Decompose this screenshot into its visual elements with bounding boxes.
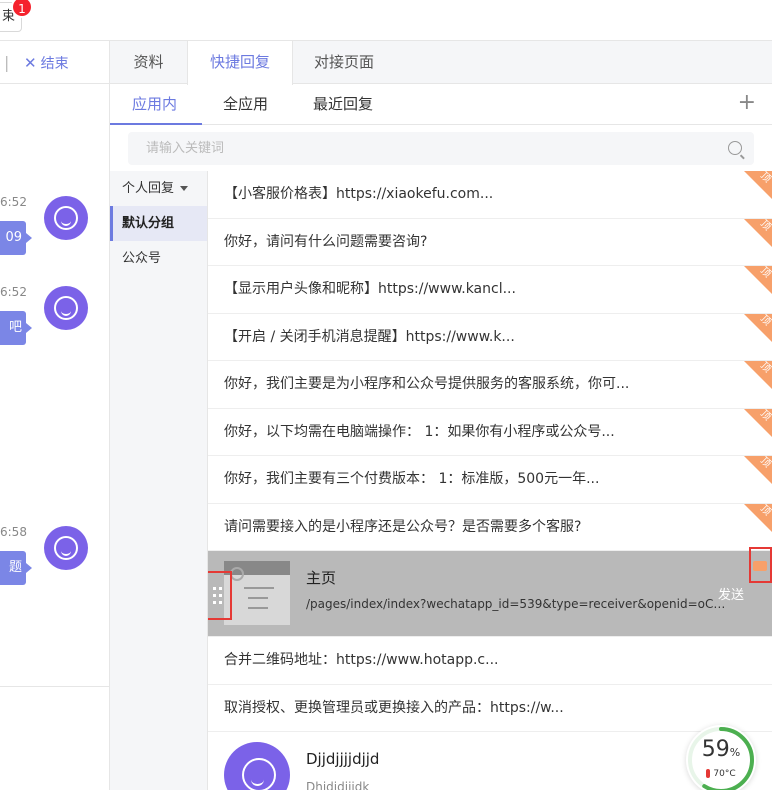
tab-profile[interactable]: 资料 xyxy=(110,41,187,84)
input-divider xyxy=(0,686,110,687)
group-default[interactable]: 默认分组 xyxy=(110,206,207,241)
agent-avatar xyxy=(44,196,88,240)
group-official-account[interactable]: 公众号 xyxy=(110,241,207,276)
drag-handle-icon[interactable] xyxy=(208,571,232,620)
pin-badge: 顶 xyxy=(744,313,772,342)
pin-badge: 顶 xyxy=(744,171,772,199)
reply-subtabs: 应用内 全应用 最近回复 + xyxy=(110,84,772,125)
reply-row[interactable]: 你好，我们主要是为小程序和公众号提供服务的客服系统，你可... 顶 xyxy=(208,361,772,409)
message-time: 6:52 xyxy=(0,195,27,209)
agent-avatar xyxy=(44,526,88,570)
group-list: 个人回复 默认分组 公众号 xyxy=(110,171,208,790)
message-bubble: 09 xyxy=(0,221,32,255)
user-subtitle: Dhjdjdjjjdk xyxy=(306,780,370,790)
pin-badge: 顶 xyxy=(744,408,772,437)
reply-row[interactable]: 【小客服价格表】https://xiaokefu.com... 顶 xyxy=(208,171,772,219)
toolbar-divider: | xyxy=(4,53,10,72)
performance-gauge[interactable]: 59% 70°C xyxy=(686,725,756,790)
subtab-all-apps[interactable]: 全应用 xyxy=(223,84,268,125)
reply-row[interactable]: 你好，以下均需在电脑端操作： 1：如果你有小程序或公众号... 顶 xyxy=(208,408,772,456)
reply-text: 你好，以下均需在电脑端操作： 1：如果你有小程序或公众号... xyxy=(224,423,615,440)
reply-text: 【开启 / 关闭手机消息提醒】https://www.k... xyxy=(224,328,515,345)
reply-row[interactable]: 【开启 / 关闭手机消息提醒】https://www.k... 顶 xyxy=(208,313,772,361)
reply-row[interactable]: 【显示用户头像和昵称】https://www.kancl... 顶 xyxy=(208,266,772,314)
reply-text: 你好，请问有什么问题需要咨询? xyxy=(224,233,428,250)
pin-badge: 顶 xyxy=(744,361,772,389)
pin-badge: 顶 xyxy=(744,503,772,532)
user-name: Djjdjjjjdjjd xyxy=(306,750,380,768)
message-bubble: 题 xyxy=(0,551,32,585)
tab-linked-page[interactable]: 对接页面 xyxy=(293,41,395,84)
reply-text: 请问需要接入的是小程序还是公众号？是否需要多个客服? xyxy=(224,518,582,535)
search-input[interactable] xyxy=(128,132,688,165)
top-strip: 束 1 xyxy=(0,0,772,41)
group-personal[interactable]: 个人回复 xyxy=(110,171,207,206)
user-avatar xyxy=(224,742,290,790)
tab-quick-reply[interactable]: 快捷回复 xyxy=(187,41,293,85)
reply-text: 【显示用户头像和昵称】https://www.kancl... xyxy=(224,281,516,297)
subtab-in-app[interactable]: 应用内 xyxy=(132,84,177,125)
search-box xyxy=(128,132,754,165)
pin-badge: 顶 xyxy=(744,456,772,484)
card-path: /pages/index/index?wechatapp_id=539&type… xyxy=(306,597,726,611)
reply-row[interactable]: 你好，我们主要有三个付费版本： 1：标准版，500元一年... 顶 xyxy=(208,456,772,504)
end-chat-label: 结束 xyxy=(40,56,69,72)
page-thumbnail xyxy=(224,561,290,625)
gauge-value: 59% xyxy=(701,737,741,762)
chat-toolbar: | ✕ 结束 xyxy=(0,41,109,84)
reply-text: 合并二维码地址：https://www.hotapp.c... xyxy=(224,652,499,668)
panel-tabs: 资料 快捷回复 对接页面 xyxy=(110,41,772,85)
end-chat-button[interactable]: ✕ 结束 xyxy=(24,53,69,73)
reply-row[interactable]: 你好，请问有什么问题需要咨询? 顶 xyxy=(208,218,772,266)
search-icon[interactable] xyxy=(728,141,742,155)
active-subtab-indicator xyxy=(110,123,202,125)
gauge-temperature: 70°C xyxy=(686,769,756,779)
send-button[interactable]: 发送 xyxy=(718,584,744,603)
reply-row[interactable]: 请问需要接入的是小程序还是公众号？是否需要多个客服? 顶 xyxy=(208,503,772,551)
thermometer-icon xyxy=(706,769,711,778)
close-icon: ✕ xyxy=(24,54,37,72)
agent-avatar xyxy=(44,286,88,330)
reply-row[interactable]: 合并二维码地址：https://www.hotapp.c... xyxy=(208,637,772,685)
pin-toggle-icon[interactable] xyxy=(749,547,772,583)
group-label: 个人回复 xyxy=(122,181,175,196)
subtab-recent[interactable]: 最近回复 xyxy=(313,84,373,125)
reply-text: 【小客服价格表】https://xiaokefu.com... xyxy=(224,186,494,202)
message-bubble: 吧 xyxy=(0,311,32,345)
notification-badge: 1 xyxy=(11,0,33,18)
reply-list: 【小客服价格表】https://xiaokefu.com... 顶 你好，请问有什… xyxy=(208,171,772,790)
message-time: 6:52 xyxy=(0,285,27,299)
pin-badge: 顶 xyxy=(744,266,772,294)
chat-area: | ✕ 结束 6:52 09 6:52 吧 6:58 题 xyxy=(0,41,110,790)
reply-text: 你好，我们主要有三个付费版本： 1：标准版，500元一年... xyxy=(224,471,600,487)
caret-down-icon xyxy=(180,186,189,191)
card-title: 主页 xyxy=(306,569,337,587)
reply-text: 取消授权、更换管理员或更换接入的产品：https://w... xyxy=(224,699,564,716)
message-time: 6:58 xyxy=(0,525,27,539)
pin-badge: 顶 xyxy=(744,218,772,247)
reply-text: 你好，我们主要是为小程序和公众号提供服务的客服系统，你可... xyxy=(224,376,630,392)
add-icon[interactable]: + xyxy=(738,92,756,114)
side-panel: 资料 快捷回复 对接页面 应用内 全应用 最近回复 + 个人回复 默认分组 公众… xyxy=(110,41,772,790)
page-card-row[interactable]: 主页 /pages/index/index?wechatapp_id=539&t… xyxy=(208,547,772,637)
